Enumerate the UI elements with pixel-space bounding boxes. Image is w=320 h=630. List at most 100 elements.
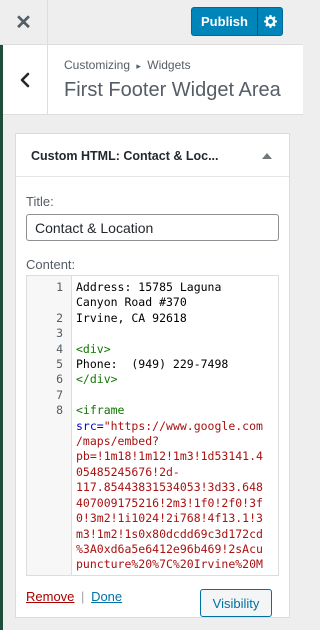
remove-link[interactable]: Remove — [26, 589, 74, 604]
content-label: Content: — [26, 257, 76, 272]
breadcrumb-separator-icon: ▸ — [136, 61, 141, 71]
code-text: /maps/embed? — [72, 434, 278, 449]
breadcrumb-widgets: Widgets — [147, 58, 191, 72]
line-number — [27, 557, 72, 572]
code-line[interactable]: 7 — [27, 388, 278, 403]
code-token: /maps/embed? — [76, 434, 160, 449]
code-line[interactable]: /maps/embed? — [27, 434, 278, 449]
title-label: Title: — [26, 194, 54, 209]
code-token: </div> — [76, 372, 118, 387]
code-text: Canyon Road #370 — [72, 295, 278, 310]
publish-settings-button[interactable] — [257, 7, 283, 36]
line-number: 6 — [56, 372, 63, 387]
widget-actions: Remove | Done — [26, 589, 122, 604]
code-text: puncture%20%7C%20Irvine%20M — [72, 557, 278, 572]
code-token: 407009175216!2m3!1f0!2f0!3f — [76, 495, 263, 510]
code-line[interactable]: 0!3m2!1i1024!2i768!4f13.1!3 — [27, 511, 278, 526]
widget-title: Custom HTML: Contact & Loc... — [31, 149, 219, 163]
code-line[interactable]: Canyon Road #370 — [27, 295, 278, 310]
code-token: m3!1m2!1s0x80dcdd69c3d172cd — [76, 526, 263, 541]
code-content[interactable]: 1 Address: 15785 Laguna Canyon Road #370 2 I… — [27, 280, 278, 573]
line-number: 3 — [56, 326, 63, 341]
code-token: Irvine, CA 92618 — [76, 310, 187, 325]
code-line[interactable]: 117.85443831534053!3d33.648 — [27, 480, 278, 495]
code-text: src="https://www.google.com — [72, 419, 278, 434]
code-text: 117.85443831534053!3d33.648 — [72, 480, 278, 495]
visibility-button[interactable]: Visibility — [200, 589, 272, 617]
back-button[interactable] — [3, 45, 48, 114]
line-number: 8 — [56, 403, 63, 418]
line-number — [27, 511, 72, 526]
code-token: <div> — [76, 341, 111, 356]
code-line[interactable]: 3 — [27, 326, 278, 341]
code-token: pb=!1m18!1m12!1m3!1d53141.4 — [76, 449, 263, 464]
code-line[interactable]: 05485245676!2d- — [27, 465, 278, 480]
line-number — [27, 449, 72, 464]
done-link[interactable]: Done — [91, 589, 122, 604]
title-input[interactable] — [26, 214, 279, 241]
section-header: Customizing ▸ Widgets First Footer Widge… — [3, 45, 303, 115]
code-token: "https://www.google.com — [103, 418, 263, 433]
custom-html-widget: Custom HTML: Contact & Loc... Title: Con… — [15, 133, 290, 618]
widget-header[interactable]: Custom HTML: Contact & Loc... — [16, 134, 289, 177]
code-token: Canyon Road #370 — [76, 295, 187, 310]
line-number — [27, 480, 72, 495]
code-editor[interactable]: 1 Address: 15785 Laguna Canyon Road #370 2 I… — [26, 275, 279, 576]
arrow-up-icon[interactable] — [262, 153, 272, 159]
line-number — [27, 496, 72, 511]
code-token: puncture%20%7C%20Irvine%20M — [76, 557, 263, 572]
code-text: Phone: (949) 229-7498 — [72, 357, 278, 372]
code-token: Phone: (949) 229-7498 — [76, 357, 229, 372]
code-token: src= — [76, 418, 104, 433]
code-text: 407009175216!2m3!1f0!2f0!3f — [72, 496, 278, 511]
code-line[interactable]: %3A0xd6a5e6412e96b469!2sAcu — [27, 542, 278, 557]
code-line[interactable]: 5 Phone: (949) 229-7498 — [27, 357, 278, 372]
code-text: Address: 15785 Laguna — [72, 280, 278, 295]
line-number — [27, 295, 72, 310]
line-number: 5 — [56, 357, 63, 372]
line-number — [27, 542, 72, 557]
close-x-icon: ✕ — [15, 11, 32, 34]
close-customizer-button[interactable]: ✕ — [0, 0, 48, 44]
line-number: 7 — [56, 387, 63, 402]
code-text: <iframe — [72, 403, 278, 418]
code-text: 05485245676!2d- — [72, 465, 278, 480]
code-line[interactable]: puncture%20%7C%20Irvine%20M — [27, 557, 278, 572]
code-text: <div> — [72, 342, 278, 357]
code-line[interactable]: src="https://www.google.com — [27, 419, 278, 434]
line-number — [27, 434, 72, 449]
code-line[interactable]: pb=!1m18!1m12!1m3!1d53141.4 — [27, 449, 278, 464]
section-title: First Footer Widget Area — [64, 79, 281, 101]
line-number: 1 — [56, 280, 63, 294]
code-line[interactable]: 2 Irvine, CA 92618 — [27, 311, 278, 326]
line-number — [27, 419, 72, 434]
code-line[interactable]: 1 Address: 15785 Laguna — [27, 280, 278, 295]
code-token: 117.85443831534053!3d33.648 — [76, 480, 263, 495]
code-line[interactable]: 6 </div> — [27, 372, 278, 387]
code-token: <iframe — [76, 403, 125, 418]
customizer-header: ✕ Publish — [0, 0, 303, 45]
breadcrumb: Customizing ▸ Widgets — [64, 58, 191, 72]
line-number: 4 — [56, 341, 63, 356]
code-line[interactable]: m3!1m2!1s0x80dcdd69c3d172cd — [27, 527, 278, 542]
gear-icon — [263, 15, 277, 28]
line-number — [27, 527, 72, 542]
line-number: 2 — [56, 310, 63, 325]
chevron-left-icon — [20, 72, 30, 87]
code-token: Address: 15785 Laguna — [76, 280, 222, 294]
code-text: </div> — [72, 372, 278, 387]
code-line[interactable]: 407009175216!2m3!1f0!2f0!3f — [27, 496, 278, 511]
code-token: 0!3m2!1i1024!2i768!4f13.1!3 — [76, 511, 263, 526]
code-text: m3!1m2!1s0x80dcdd69c3d172cd — [72, 527, 278, 542]
publish-button[interactable]: Publish — [191, 7, 257, 36]
code-line[interactable]: 4 <div> — [27, 342, 278, 357]
code-text: pb=!1m18!1m12!1m3!1d53141.4 — [72, 449, 278, 464]
code-token: %3A0xd6a5e6412e96b469!2sAcu — [76, 541, 263, 556]
code-text: %3A0xd6a5e6412e96b469!2sAcu — [72, 542, 278, 557]
code-text: Irvine, CA 92618 — [72, 311, 278, 326]
line-number — [27, 465, 72, 480]
code-line[interactable]: 8 <iframe — [27, 403, 278, 418]
sidebar-edge — [0, 45, 3, 630]
